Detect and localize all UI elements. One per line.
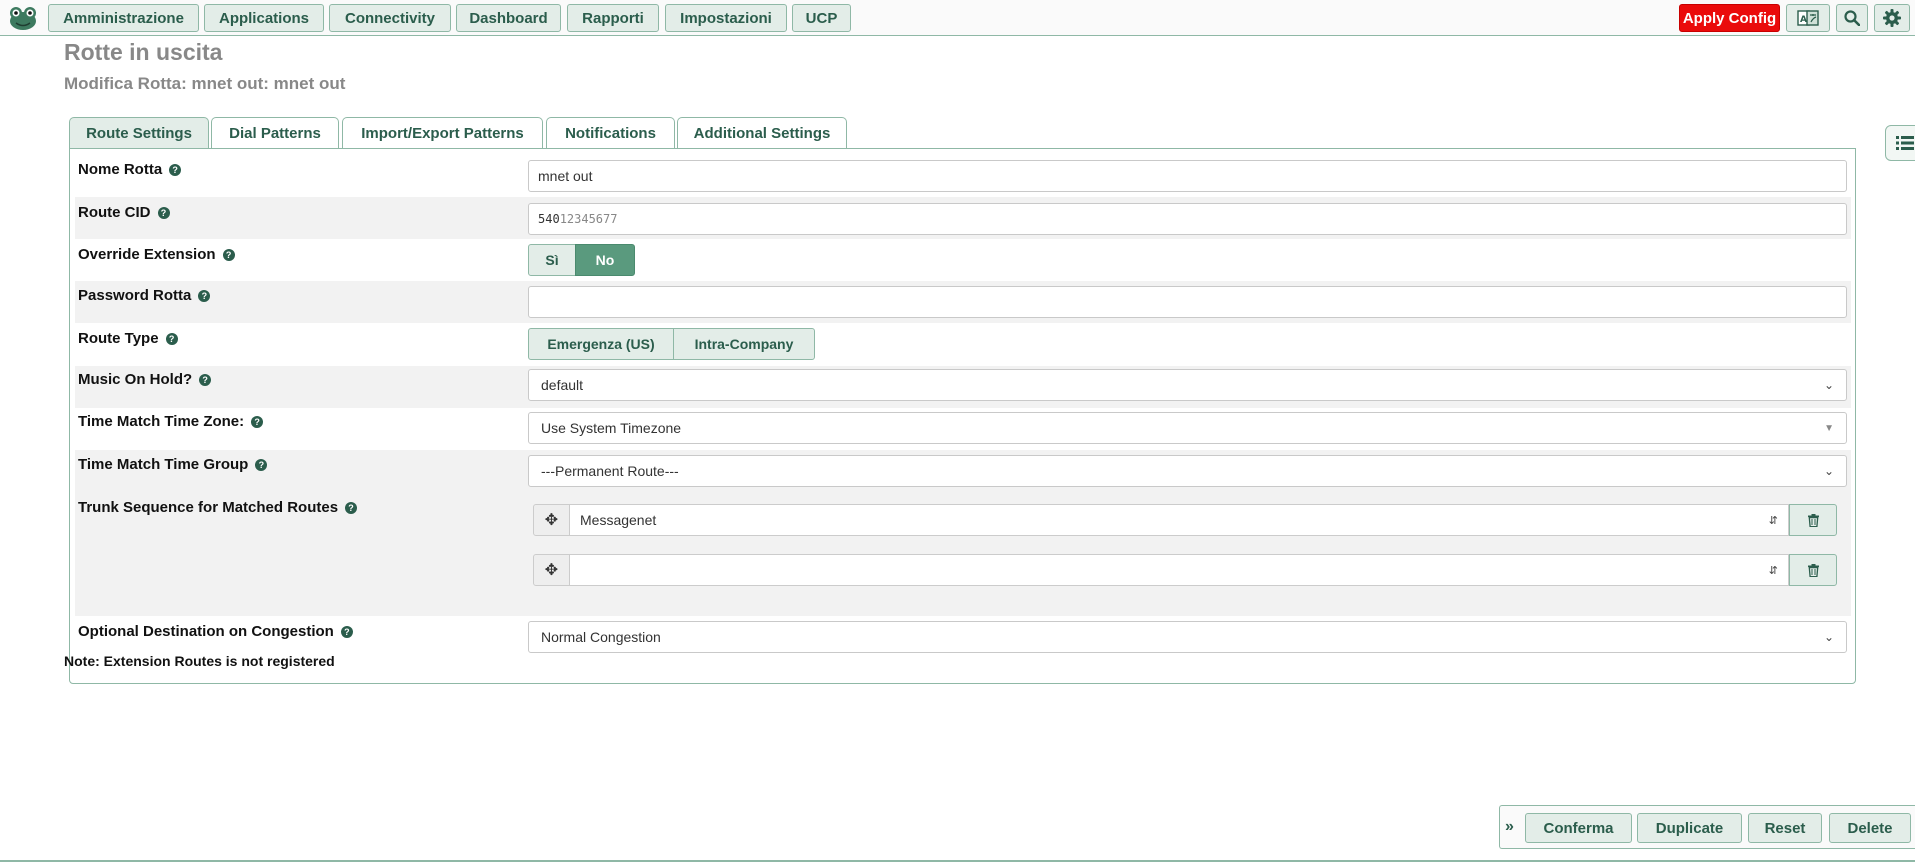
side-menu-toggle[interactable] <box>1885 125 1915 161</box>
trunk-row: ✥ ⇵ <box>533 554 1837 586</box>
submit-button[interactable]: Conferma <box>1525 813 1632 843</box>
congestion-select[interactable]: Normal Congestion ⌄ <box>528 621 1847 653</box>
duplicate-button[interactable]: Duplicate <box>1637 813 1742 843</box>
help-icon[interactable]: ? <box>169 163 182 176</box>
nav-applications[interactable]: Applications <box>204 4 324 32</box>
language-icon: A <box>1797 10 1819 26</box>
route-cid-label: Route CID? <box>78 204 170 221</box>
tab-dial-patterns[interactable]: Dial Patterns <box>211 117 339 148</box>
delete-trunk-button[interactable] <box>1789 504 1837 536</box>
tab-notifications[interactable]: Notifications <box>546 117 675 148</box>
chevron-down-icon: ⌄ <box>1823 378 1834 392</box>
frog-logo-icon[interactable] <box>8 5 38 31</box>
route-type-toggle: Emergenza (US) Intra-Company <box>528 328 815 360</box>
sort-arrows-icon: ⇵ <box>1768 564 1778 577</box>
music-on-hold-label: Music On Hold?? <box>78 371 212 388</box>
nav-connectivity[interactable]: Connectivity <box>329 4 451 32</box>
tab-import-export-patterns[interactable]: Import/Export Patterns <box>342 117 543 148</box>
route-cid-value: 540 <box>538 212 560 226</box>
svg-text:A: A <box>1800 15 1807 25</box>
search-button[interactable] <box>1836 4 1868 32</box>
chevron-down-icon: ⌄ <box>1823 464 1834 478</box>
tab-additional-settings[interactable]: Additional Settings <box>677 117 847 148</box>
nav-rapporti[interactable]: Rapporti <box>567 4 659 32</box>
list-icon <box>1896 136 1914 150</box>
trunk-select-value: Messagenet <box>580 512 657 528</box>
search-icon <box>1844 10 1860 26</box>
time-zone-select[interactable]: Use System Timezone ▼ <box>528 412 1847 444</box>
page-subtitle: Modifica Rotta: mnet out: mnet out <box>64 74 346 93</box>
time-group-select[interactable]: ---Permanent Route--- ⌄ <box>528 455 1847 487</box>
extension-routes-note: Note: Extension Routes is not registered <box>64 653 335 669</box>
help-icon[interactable]: ? <box>251 415 264 428</box>
time-group-label: Time Match Time Group? <box>78 456 268 473</box>
top-navbar: Amministrazione Applications Connectivit… <box>0 0 1915 36</box>
help-icon[interactable]: ? <box>345 501 358 514</box>
time-zone-label: Time Match Time Zone:? <box>78 413 264 430</box>
help-icon[interactable]: ? <box>198 289 211 302</box>
route-name-input[interactable]: mnet out <box>528 160 1847 192</box>
route-cid-placeholder: 12345677 <box>559 212 618 226</box>
delete-trunk-button[interactable] <box>1789 554 1837 586</box>
help-icon[interactable]: ? <box>165 332 178 345</box>
time-zone-value: Use System Timezone <box>541 420 682 436</box>
nav-ucp[interactable]: UCP <box>792 4 851 32</box>
trunk-select[interactable]: Messagenet ⇵ <box>570 504 1789 536</box>
override-extension-toggle: Sì No <box>528 244 635 276</box>
nav-dashboard[interactable]: Dashboard <box>456 4 561 32</box>
help-icon[interactable]: ? <box>222 248 235 261</box>
help-icon[interactable]: ? <box>255 458 268 471</box>
trunk-sequence-label: Trunk Sequence for Matched Routes? <box>78 499 358 516</box>
tab-route-settings[interactable]: Route Settings <box>69 117 209 149</box>
help-icon[interactable]: ? <box>157 206 170 219</box>
congestion-label: Optional Destination on Congestion? <box>78 623 353 640</box>
chevron-down-icon: ⌄ <box>1823 630 1834 644</box>
music-on-hold-select[interactable]: default ⌄ <box>528 369 1847 401</box>
settings-button[interactable] <box>1874 4 1910 32</box>
route-type-intra-company-option[interactable]: Intra-Company <box>673 328 815 360</box>
route-type-label: Route Type? <box>78 330 178 347</box>
apply-config-button[interactable]: Apply Config <box>1679 4 1780 32</box>
language-button[interactable]: A <box>1786 4 1830 32</box>
time-group-value: ---Permanent Route--- <box>541 463 679 479</box>
override-yes-option[interactable]: Sì <box>528 244 576 276</box>
help-icon[interactable]: ? <box>340 625 353 638</box>
trash-icon <box>1807 563 1819 577</box>
route-cid-input[interactable]: 540 12345677 <box>528 203 1847 235</box>
override-extension-label: Override Extension? <box>78 246 235 263</box>
congestion-value: Normal Congestion <box>541 629 661 645</box>
help-icon[interactable]: ? <box>199 373 212 386</box>
nav-amministrazione[interactable]: Amministrazione <box>48 4 199 32</box>
delete-button[interactable]: Delete <box>1829 813 1911 843</box>
route-type-emergency-option[interactable]: Emergenza (US) <box>528 328 674 360</box>
drag-handle-icon[interactable]: ✥ <box>533 504 570 536</box>
route-password-input[interactable] <box>528 286 1847 318</box>
nav-impostazioni[interactable]: Impostazioni <box>665 4 787 32</box>
double-chevron-right-icon[interactable]: » <box>1505 818 1514 836</box>
override-no-option[interactable]: No <box>575 244 635 276</box>
gear-icon <box>1883 9 1901 27</box>
page-title: Rotte in uscita <box>64 39 223 65</box>
route-name-label: Nome Rotta? <box>78 161 182 178</box>
trunk-row: ✥ Messagenet ⇵ <box>533 504 1837 536</box>
trash-icon <box>1807 513 1819 527</box>
trunk-select[interactable]: ⇵ <box>570 554 1789 586</box>
reset-button[interactable]: Reset <box>1748 813 1822 843</box>
caret-down-icon: ▼ <box>1824 422 1834 434</box>
drag-handle-icon[interactable]: ✥ <box>533 554 570 586</box>
music-on-hold-value: default <box>541 377 584 393</box>
sort-arrows-icon: ⇵ <box>1768 514 1778 527</box>
route-password-label: Password Rotta? <box>78 287 211 304</box>
